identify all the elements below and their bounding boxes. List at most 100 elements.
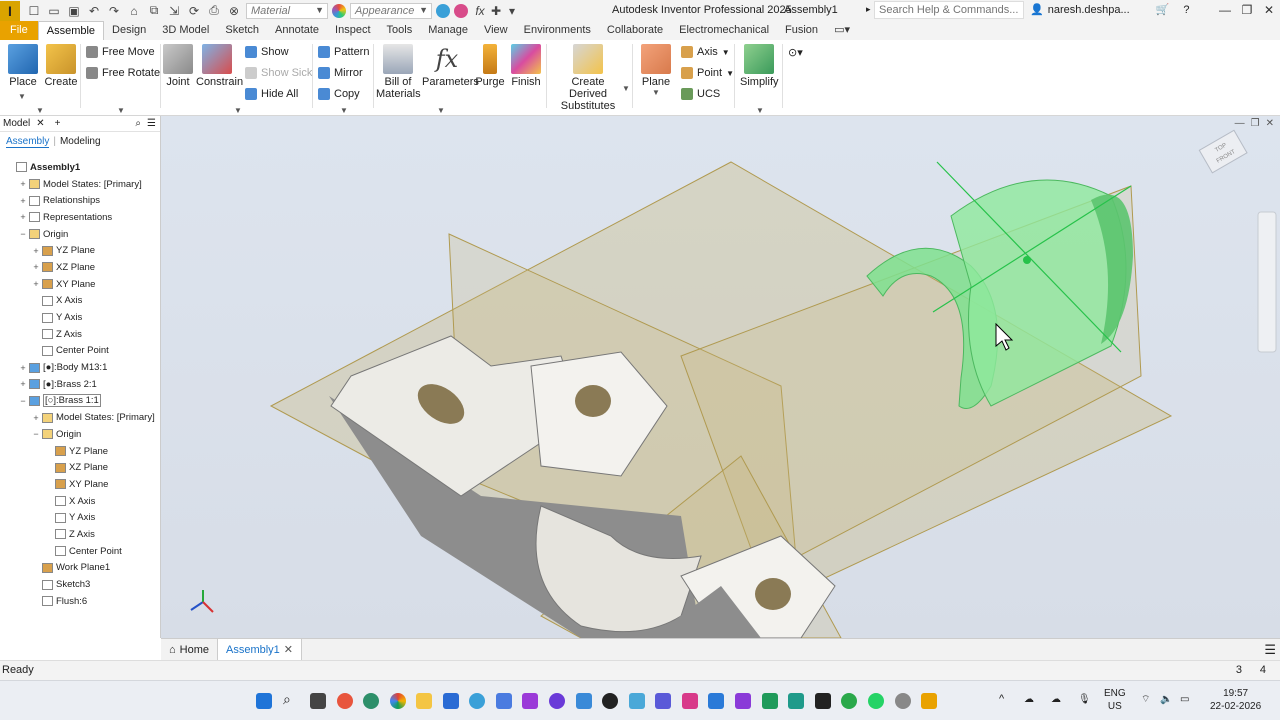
edge-icon[interactable] <box>363 693 379 709</box>
tab-tools[interactable]: Tools <box>379 21 421 40</box>
show-button[interactable]: Show <box>245 46 289 58</box>
app-icon-7[interactable] <box>629 693 645 709</box>
start-icon[interactable] <box>256 693 272 709</box>
battery-icon[interactable]: ▭ <box>1180 693 1189 706</box>
close-icon[interactable]: ✕ <box>36 118 44 129</box>
tab-view[interactable]: View <box>476 21 516 40</box>
app-icon-6[interactable] <box>602 693 618 709</box>
app-icon-5[interactable] <box>576 693 592 709</box>
chevron-down-icon[interactable]: ▼ <box>234 106 242 115</box>
cancel-icon[interactable]: ⊗ <box>226 3 242 19</box>
help-icon[interactable]: ? <box>1183 4 1189 16</box>
restore-icon[interactable]: ❐ <box>1251 118 1260 129</box>
restore-icon[interactable]: ❐ <box>1236 0 1258 21</box>
tab-annotate[interactable]: Annotate <box>267 21 327 40</box>
tree-node[interactable]: Sketch3 <box>0 576 160 593</box>
tab-inspect[interactable]: Inspect <box>327 21 378 40</box>
chevron-down-icon[interactable]: ▼ <box>18 92 26 101</box>
search-icon[interactable]: ⌕ <box>283 691 299 707</box>
tree-node[interactable]: + XZ Plane <box>0 259 160 276</box>
panel-options-button[interactable]: ⊙▾ <box>788 46 803 59</box>
chevron-down-icon[interactable]: ▼ <box>437 106 445 115</box>
expand-toggle-icon[interactable]: − <box>17 396 29 406</box>
volume-icon[interactable]: 🔈 <box>1160 693 1172 706</box>
wifi-icon[interactable]: ⌔ <box>1141 693 1150 706</box>
tree-node[interactable]: Z Axis <box>0 326 160 343</box>
task-view-icon[interactable] <box>310 693 326 709</box>
tree-node[interactable]: − Origin <box>0 226 160 243</box>
inventor-logo-icon[interactable]: I <box>0 0 20 21</box>
expand-toggle-icon[interactable]: − <box>17 229 29 239</box>
chevron-down-icon[interactable]: ▼ <box>36 106 44 115</box>
tab-collaborate[interactable]: Collaborate <box>599 21 671 40</box>
tree-node[interactable]: − [○]:Brass 1:1 <box>0 393 160 410</box>
select-icon[interactable]: ⇲ <box>166 3 182 19</box>
app-icon-15[interactable] <box>895 693 911 709</box>
tree-node[interactable]: Z Axis <box>0 526 160 543</box>
save-icon[interactable]: ▣ <box>66 3 82 19</box>
expand-toggle-icon[interactable]: + <box>17 379 29 389</box>
expand-toggle-icon[interactable]: + <box>30 413 42 423</box>
tree-node[interactable]: + Representations <box>0 209 160 226</box>
bill-of-materials-button[interactable]: Bill of Materials <box>376 44 421 100</box>
pattern-button[interactable]: Pattern <box>318 46 369 58</box>
minimize-icon[interactable]: — <box>1235 118 1245 129</box>
app-icon-13[interactable] <box>815 693 831 709</box>
home-icon[interactable]: ⌂ <box>126 3 142 19</box>
purge-button[interactable]: Purge <box>475 44 505 88</box>
expand-toggle-icon[interactable]: + <box>30 262 42 272</box>
chevron-down-icon[interactable]: ▼ <box>756 106 764 115</box>
tab-environments[interactable]: Environments <box>516 21 599 40</box>
tab-assembly1[interactable]: Assembly1 ✕ <box>217 639 303 660</box>
expand-toggle-icon[interactable]: − <box>30 429 42 439</box>
tab-assemble[interactable]: Assemble <box>37 21 105 40</box>
whatsapp-icon[interactable] <box>868 693 884 709</box>
open-folder-icon[interactable]: ▭ <box>46 3 62 19</box>
ucs-button[interactable]: UCS <box>681 88 720 100</box>
subtab-assembly[interactable]: Assembly <box>6 136 50 148</box>
clock[interactable]: 19:57 22-02-2026 <box>1210 687 1261 713</box>
close-icon[interactable]: ✕ <box>1266 118 1274 129</box>
expand-toggle-icon[interactable]: + <box>17 363 29 373</box>
cloud-icon[interactable]: ☁ <box>1051 693 1061 706</box>
tree-node[interactable]: + YZ Plane <box>0 242 160 259</box>
axis-button[interactable]: Axis ▼ <box>681 46 730 58</box>
subtab-modeling[interactable]: Modeling <box>60 136 101 147</box>
simplify-button[interactable]: Simplify <box>740 44 779 88</box>
create-derived-substitutes-button[interactable]: Create Derived Substitutes <box>552 44 624 112</box>
tree-node[interactable]: + [●]:Brass 2:1 <box>0 376 160 393</box>
hide-all-button[interactable]: Hide All <box>245 88 298 100</box>
app-icon-11[interactable] <box>735 693 751 709</box>
appearance-combo[interactable]: Appearance ▼ <box>350 2 432 19</box>
file-explorer-icon[interactable] <box>416 693 432 709</box>
customize-icon[interactable]: ▾ <box>504 3 520 19</box>
language-indicator[interactable]: ENG US <box>1104 687 1126 713</box>
app-icon-10[interactable] <box>708 693 724 709</box>
expand-toggle-icon[interactable]: + <box>30 246 42 256</box>
fx-icon[interactable]: fx <box>472 3 488 19</box>
app-icon-9[interactable] <box>682 693 698 709</box>
free-rotate-button[interactable]: Free Rotate <box>86 67 160 79</box>
minimize-icon[interactable]: — <box>1214 0 1236 21</box>
constrain-button[interactable]: Constrain <box>196 44 243 88</box>
undo-icon[interactable]: ↶ <box>86 3 102 19</box>
point-button[interactable]: Point ▼ <box>681 67 734 79</box>
tree-node[interactable]: − Origin <box>0 426 160 443</box>
app-icon-3[interactable] <box>522 693 538 709</box>
app-icon-2[interactable] <box>496 693 512 709</box>
tree-node[interactable]: X Axis <box>0 293 160 310</box>
expand-toggle-icon[interactable]: + <box>17 179 29 189</box>
expand-toggle-icon[interactable]: + <box>17 196 29 206</box>
cart-icon[interactable]: 🛒 <box>1156 3 1170 16</box>
search-icon[interactable]: ⌕ <box>135 118 141 129</box>
help-search-input[interactable] <box>874 1 1024 19</box>
chevron-down-icon[interactable]: ▼ <box>117 106 125 115</box>
tree-node[interactable]: Assembly1 <box>0 159 160 176</box>
tab-file[interactable]: File <box>0 21 38 40</box>
tab-fusion[interactable]: Fusion <box>777 21 826 40</box>
close-icon[interactable]: ✕ <box>284 643 293 656</box>
tree-node[interactable]: Y Axis <box>0 309 160 326</box>
chevron-down-icon[interactable]: ▼ <box>722 48 730 57</box>
print-icon[interactable]: ⎙ <box>206 3 222 19</box>
redo-icon[interactable]: ↷ <box>106 3 122 19</box>
